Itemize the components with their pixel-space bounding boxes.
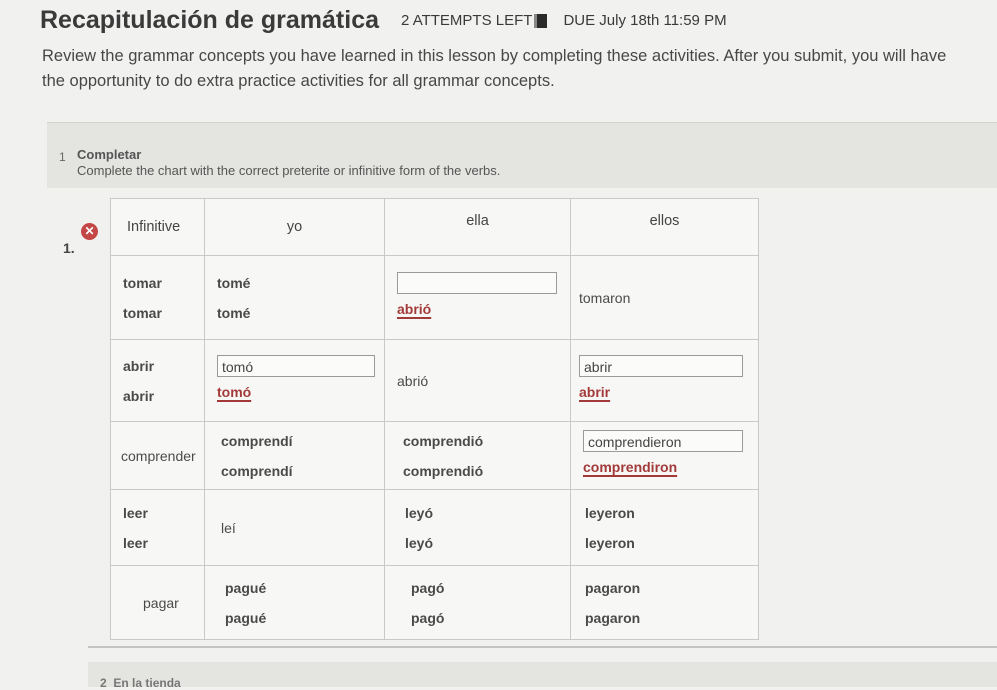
- table-row: abrir abrir tomó tomó abrió abrir abrir: [110, 339, 759, 422]
- ella-correct-answer: abrió: [397, 300, 432, 317]
- intro-text: Review the grammar concepts you have lea…: [42, 44, 997, 94]
- col-header-yo: yo: [204, 198, 385, 256]
- verb-chart: Infinitive yo ella ellos tomar tomar tom…: [110, 198, 759, 640]
- infinitive-cell: pagar: [110, 565, 205, 640]
- infinitive-text: leer: [123, 534, 148, 551]
- activity-title: Completar: [77, 147, 142, 162]
- ellos-cell: comprendieron comprendiron: [570, 421, 759, 490]
- ella-answer-input[interactable]: [397, 271, 557, 294]
- ellos-cell: abrir abrir: [570, 339, 759, 422]
- ellos-answer-input[interactable]: comprendieron: [583, 429, 743, 452]
- infinitive-text: leer: [123, 504, 148, 521]
- table-row: comprender comprendí comprendí comprendi…: [110, 421, 759, 490]
- ellos-correct-answer: abrir: [579, 383, 611, 400]
- next-activity-title[interactable]: 2 En la tienda: [100, 676, 181, 690]
- yo-text: pagué: [225, 609, 267, 626]
- ella-text: comprendió: [403, 462, 484, 479]
- ella-cell: abrió: [384, 339, 571, 422]
- activity-instruction: Complete the chart with the correct pret…: [77, 163, 501, 178]
- header-row: Infinitive yo ella ellos: [110, 198, 759, 256]
- infinitive-cell: leer leer: [110, 489, 205, 566]
- ellos-answer-input[interactable]: abrir: [579, 354, 743, 377]
- ellos-cell: tomaron: [570, 255, 759, 340]
- ellos-text: leyeron: [585, 504, 635, 521]
- yo-correct-answer: tomó: [217, 383, 252, 400]
- section-divider: [88, 646, 997, 648]
- intro-line-1: Review the grammar concepts you have lea…: [42, 47, 947, 65]
- infinitive-cell: comprender: [110, 421, 205, 490]
- ella-cell: abrió: [384, 255, 571, 340]
- ellos-text: pagaron: [585, 609, 641, 626]
- table-row: pagar pagué pagué pagó pagó pagaron paga…: [110, 565, 759, 640]
- ella-cell: leyó leyó: [384, 489, 571, 566]
- activity-header: 1 Completar Complete the chart with the …: [47, 122, 997, 188]
- yo-text: tomé: [217, 274, 251, 291]
- yo-cell: comprendí comprendí: [204, 421, 385, 490]
- ella-text: abrió: [397, 372, 429, 389]
- infinitive-text: tomar: [123, 274, 162, 291]
- ella-text: comprendió: [403, 432, 484, 449]
- yo-cell: tomó tomó: [204, 339, 385, 422]
- yo-answer-input[interactable]: tomó: [217, 354, 375, 377]
- yo-text: leí: [221, 519, 236, 536]
- ella-text: leyó: [405, 534, 434, 551]
- yo-text: comprendí: [221, 432, 293, 449]
- ellos-cell: leyeron leyeron: [570, 489, 759, 566]
- due-date-label: DUE July 18th 11:59 PM: [563, 12, 727, 29]
- ellos-correct-answer: comprendiron: [583, 458, 678, 475]
- next-activity-number: 2: [100, 676, 107, 690]
- ellos-text: pagaron: [585, 579, 641, 596]
- item-number: 1.: [63, 240, 75, 256]
- attempts-left-label: 2 ATTEMPTS LEFT: [401, 12, 533, 29]
- yo-text: comprendí: [221, 462, 293, 479]
- next-activity-header: [88, 662, 997, 687]
- intro-line-2: the opportunity to do extra practice act…: [42, 72, 555, 90]
- infinitive-cell: tomar tomar: [110, 255, 205, 340]
- infinitive-text: comprender: [121, 447, 196, 464]
- yo-cell: pagué pagué: [204, 565, 385, 640]
- ella-cell: comprendió comprendió: [384, 421, 571, 490]
- page-title: Recapitulación de gramática: [40, 6, 380, 34]
- yo-text: tomé: [217, 304, 251, 321]
- book-icon: [534, 13, 548, 28]
- table-row: leer leer leí leyó leyó leyeron leyeron: [110, 489, 759, 566]
- activity-number: 1: [59, 150, 66, 164]
- yo-cell: leí: [204, 489, 385, 566]
- infinitive-text: pagar: [143, 594, 179, 611]
- ella-text: leyó: [405, 504, 434, 521]
- infinitive-cell: abrir abrir: [110, 339, 205, 422]
- ellos-text: tomaron: [579, 289, 631, 306]
- yo-cell: tomé tomé: [204, 255, 385, 340]
- table-row: tomar tomar tomé tomé abrió tomaron: [110, 255, 759, 340]
- infinitive-text: abrir: [123, 387, 155, 404]
- next-activity-label: En la tienda: [113, 676, 181, 690]
- infinitive-text: abrir: [123, 357, 155, 374]
- ellos-cell: pagaron pagaron: [570, 565, 759, 640]
- ellos-text: leyeron: [585, 534, 635, 551]
- error-x-icon: ✕: [81, 223, 98, 240]
- yo-text: pagué: [225, 579, 267, 596]
- ella-cell: pagó pagó: [384, 565, 571, 640]
- ella-text: pagó: [411, 579, 445, 596]
- ella-text: pagó: [411, 609, 445, 626]
- title-row: Recapitulación de gramática 2 ATTEMPTS L…: [40, 6, 727, 35]
- col-header-ella: ella: [384, 198, 571, 256]
- col-header-infinitive: Infinitive: [110, 198, 205, 256]
- infinitive-text: tomar: [123, 304, 162, 321]
- col-header-ellos: ellos: [570, 198, 759, 256]
